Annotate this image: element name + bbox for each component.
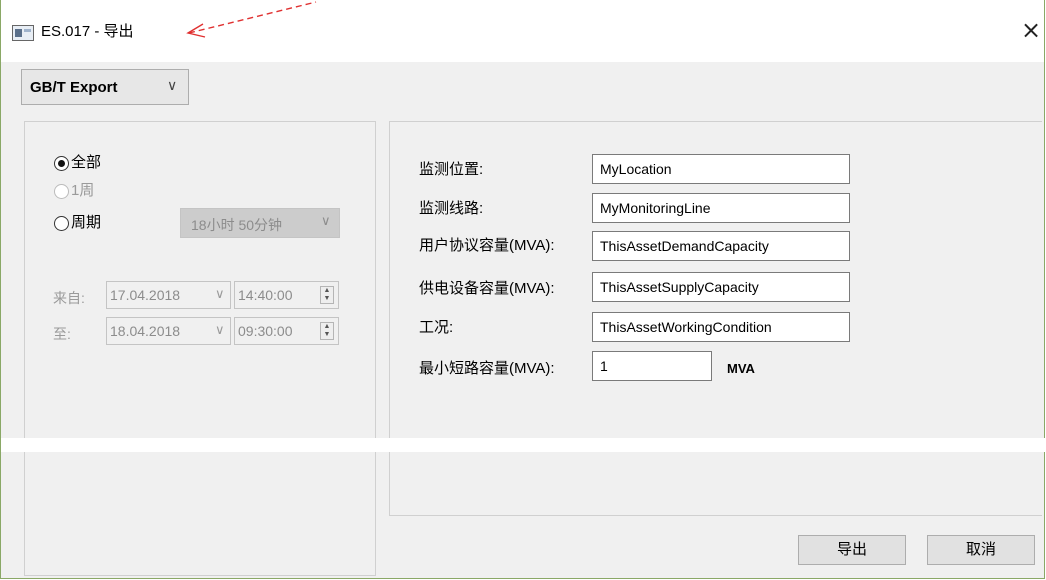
radio-1-week: 1周 [54,182,94,200]
to-date-value: 18.04.2018 [110,323,181,339]
export-type-value: GB/T Export [30,79,118,96]
radio-period-indicator [54,215,69,231]
divider-band [1,438,1046,452]
radio-1-week-indicator [54,183,69,199]
radio-all[interactable]: 全部 [54,154,101,172]
export-dialog: ES.017 - 导出 × GB/T Export ∨ 全部 1周 周期 18小… [0,0,1046,579]
from-date-value: 17.04.2018 [110,287,181,303]
close-icon[interactable]: × [1019,18,1043,42]
title-bar: ES.017 - 导出 × [1,0,1044,62]
to-time-spinner: 09:30:00 ▲ ▼ [234,317,339,345]
to-time-value: 09:30:00 [238,323,293,339]
period-value: 18小时 50分钟 [191,217,283,233]
radio-period[interactable]: 周期 [54,214,101,232]
from-time-spinner: 14:40:00 ▲ ▼ [234,281,339,309]
field-label-supply-capacity: 供电设备容量(MVA): [419,280,555,297]
to-date-picker: 18.04.2018 ∨ [106,317,231,345]
chevron-down-icon: ∨ [215,322,225,337]
monitoring-line-input[interactable]: MyMonitoringLine [592,193,850,223]
period-select: 18小时 50分钟 ∨ [180,208,340,238]
from-date-picker: 17.04.2018 ∨ [106,281,231,309]
radio-period-label: 周期 [71,214,102,231]
window-title: ES.017 - 导出 [41,23,134,40]
chevron-down-icon: ∨ [167,77,178,93]
spin-arrows-icon: ▲ ▼ [320,322,334,340]
min-short-circuit-input[interactable]: 1 [592,351,712,381]
field-label-line: 监测线路: [419,200,484,217]
export-button[interactable]: 导出 [798,535,906,565]
radio-1-week-label: 1周 [71,182,95,199]
cancel-button[interactable]: 取消 [927,535,1035,565]
app-icon [12,25,34,41]
working-condition-input[interactable]: ThisAssetWorkingCondition [592,312,850,342]
export-type-select[interactable]: GB/T Export ∨ [21,69,189,105]
field-label-min-short-circuit: 最小短路容量(MVA): [419,360,555,377]
location-input[interactable]: MyLocation [592,154,850,184]
unit-label: MVA [727,361,755,376]
field-label-working-condition: 工况: [419,319,454,336]
radio-all-indicator [54,155,69,171]
annotation-arrow-icon [186,1,317,38]
supply-capacity-input[interactable]: ThisAssetSupplyCapacity [592,272,850,302]
from-label: 来自: [53,290,85,306]
to-label: 至: [53,326,71,342]
field-label-location: 监测位置: [419,161,484,178]
chevron-down-icon: ∨ [321,213,331,228]
demand-capacity-input[interactable]: ThisAssetDemandCapacity [592,231,850,261]
chevron-down-icon: ∨ [215,286,225,301]
from-time-value: 14:40:00 [238,287,293,303]
radio-all-label: 全部 [71,154,102,171]
field-label-demand-capacity: 用户协议容量(MVA): [419,237,555,254]
spin-arrows-icon: ▲ ▼ [320,286,334,304]
